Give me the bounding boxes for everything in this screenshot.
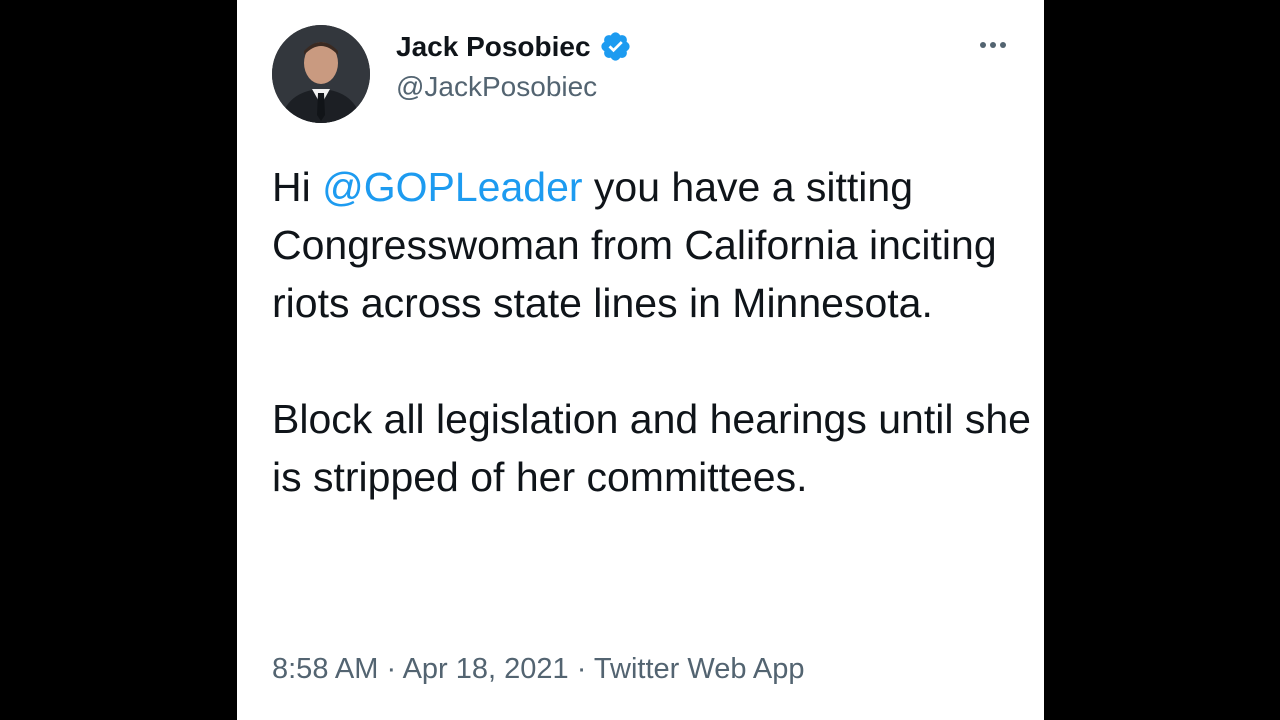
more-dot: [1000, 42, 1006, 48]
meta-separator: ·: [378, 653, 403, 685]
author-avatar[interactable]: [272, 25, 370, 123]
more-dot: [980, 42, 986, 48]
profile-photo-icon: [272, 25, 370, 123]
more-options-button[interactable]: [973, 30, 1013, 60]
tweet-paragraph-2: Block all legislation and hearings until…: [272, 396, 1031, 500]
tweet-meta: 8:58 AM · Apr 18, 2021 · Twitter Web App: [272, 653, 805, 686]
mention-link[interactable]: @GOPLeader: [322, 164, 582, 210]
tweet-source[interactable]: Twitter Web App: [594, 653, 805, 685]
more-dot: [990, 42, 996, 48]
tweet-text: Hi @GOPLeader you have a sitting Congres…: [272, 158, 1032, 506]
author-handle[interactable]: @JackPosobiec: [396, 71, 597, 103]
tweet-date[interactable]: Apr 18, 2021: [403, 653, 569, 685]
author-name[interactable]: Jack Posobiec: [396, 31, 591, 63]
tweet-text-prefix: Hi: [272, 164, 323, 210]
verified-badge-icon: [600, 32, 630, 61]
tweet-paragraph-1: Hi @GOPLeader you have a sitting Congres…: [272, 158, 1032, 332]
tweet-time[interactable]: 8:58 AM: [272, 653, 378, 685]
author-name-row[interactable]: Jack Posobiec: [396, 30, 632, 63]
meta-separator: ·: [568, 653, 594, 685]
tweet-card: Jack Posobiec @JackPosobiec Hi @GOPLeade…: [237, 0, 1044, 720]
